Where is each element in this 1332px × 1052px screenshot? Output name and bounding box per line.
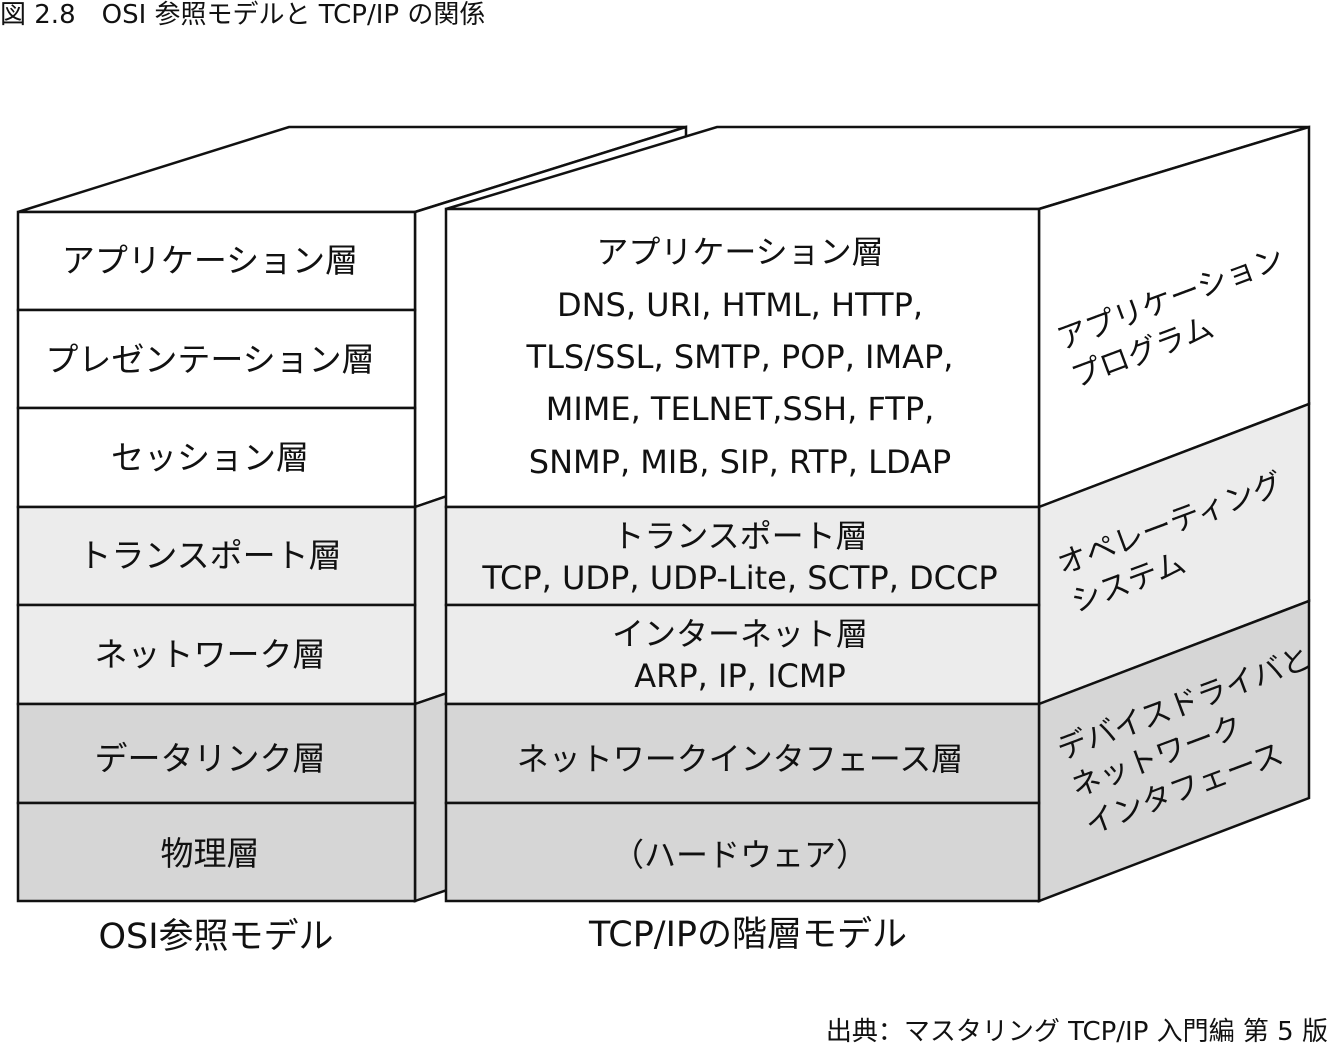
osi-layer-label: アプリケーション層 bbox=[62, 241, 358, 280]
osi-layer-label: トランスポート層 bbox=[78, 536, 341, 575]
osi-layer-label: プレゼンテーション層 bbox=[45, 340, 374, 379]
tcpip-application-name: アプリケーション層 bbox=[596, 233, 883, 271]
tcpip-hardware-name: （ハードウェア） bbox=[612, 836, 868, 874]
tcpip-application-protocols: DNS, URI, HTML, HTTP, bbox=[557, 286, 923, 324]
osi-tcpip-diagram: アプリケーション層 プレゼンテーション層 セッション層 トランスポート層 ネット… bbox=[16, 125, 1316, 957]
tcpip-transport-name: トランスポート層 bbox=[612, 517, 867, 555]
osi-model-title: OSI参照モデル bbox=[98, 917, 333, 957]
tcpip-model-title: TCP/IPの階層モデル bbox=[588, 915, 907, 955]
tcpip-network-interface-name: ネットワークインタフェース層 bbox=[517, 740, 963, 778]
osi-layer-label: 物理層 bbox=[161, 834, 260, 873]
tcpip-transport-protocols: TCP, UDP, UDP-Lite, SCTP, DCCP bbox=[481, 559, 997, 597]
osi-layer-label: データリンク層 bbox=[95, 739, 326, 778]
osi-layer-label: ネットワーク層 bbox=[95, 635, 326, 674]
tcpip-internet-protocols: ARP, IP, ICMP bbox=[634, 657, 846, 695]
tcpip-internet-name: インターネット層 bbox=[612, 615, 868, 653]
tcpip-application-protocols: TLS/SSL, SMTP, POP, IMAP, bbox=[526, 338, 954, 376]
tcpip-application-protocols: SNMP, MIB, SIP, RTP, LDAP bbox=[529, 443, 951, 481]
tcpip-application-protocols: MIME, TELNET,SSH, FTP, bbox=[546, 390, 935, 428]
osi-layer-label: セッション層 bbox=[111, 438, 309, 477]
source-citation: 出典：マスタリング TCP/IP 入門編 第 5 版 bbox=[825, 1017, 1328, 1047]
